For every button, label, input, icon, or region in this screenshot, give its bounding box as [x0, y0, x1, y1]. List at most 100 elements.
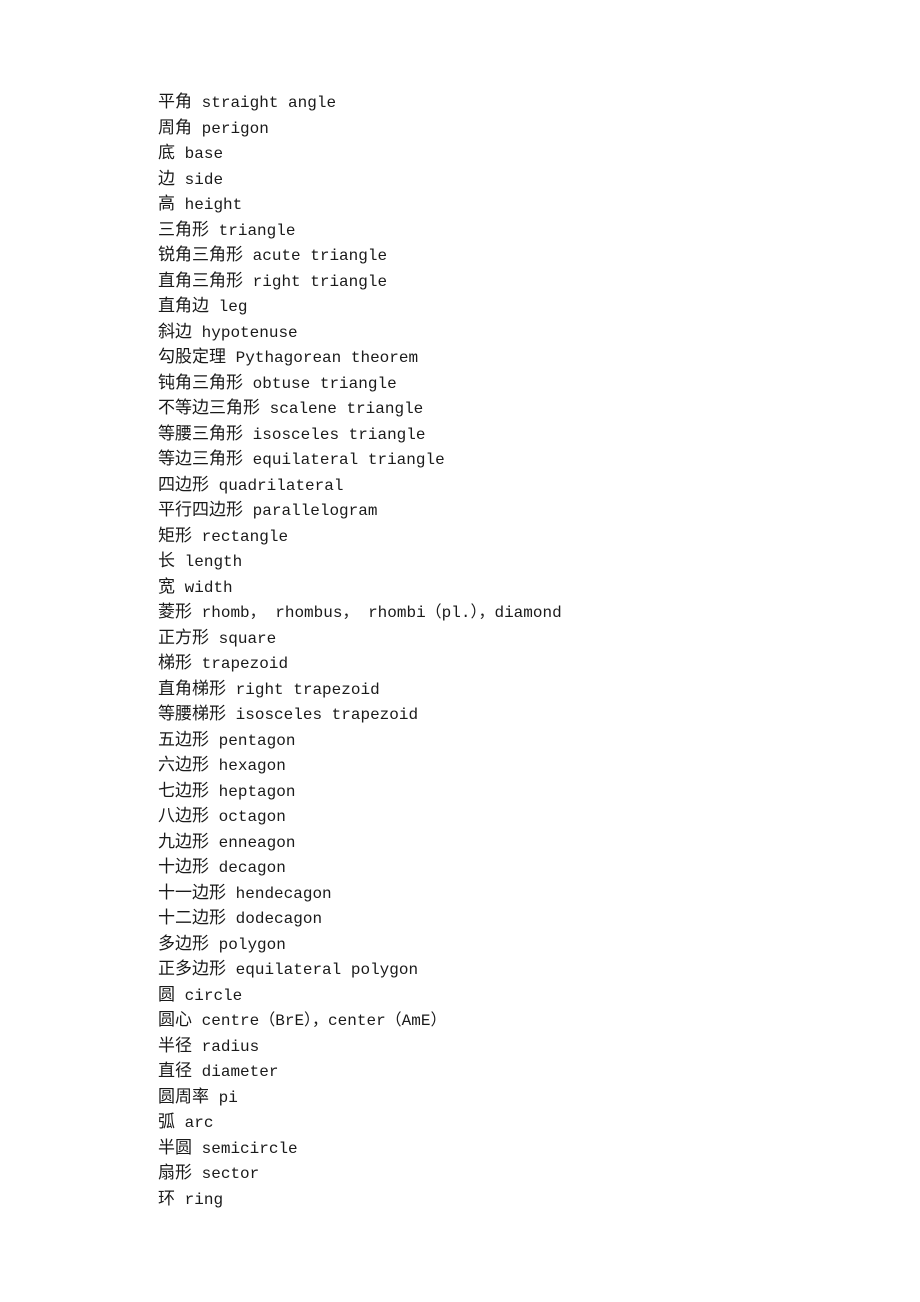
glossary-entry: 直角梯形 right trapezoid — [158, 676, 858, 702]
glossary-entry: 不等边三角形 scalene triangle — [158, 395, 858, 421]
english-term: perigon — [201, 119, 269, 138]
glossary-entry: 五边形 pentagon — [158, 727, 858, 753]
glossary-entry: 等腰梯形 isosceles trapezoid — [158, 701, 858, 727]
english-term: polygon — [218, 935, 286, 954]
glossary-entry: 宽 width — [158, 574, 858, 600]
glossary-entry: 半圆 semicircle — [158, 1135, 858, 1161]
chinese-term: 宽 — [158, 576, 175, 597]
glossary-entry: 平行四边形 parallelogram — [158, 497, 858, 523]
chinese-term: 直径 — [158, 1061, 192, 1081]
english-term: square — [218, 629, 277, 648]
english-term: scalene triangle — [269, 400, 424, 418]
chinese-term: 十边形 — [158, 857, 209, 877]
chinese-term: 九边形 — [158, 831, 209, 852]
glossary-entry: 多边形 polygon — [158, 931, 858, 957]
chinese-term: 底 — [158, 143, 175, 163]
glossary-entry: 弧 arc — [158, 1109, 858, 1135]
english-term: enneagon — [218, 833, 296, 852]
chinese-term: 半径 — [158, 1035, 192, 1056]
glossary-entry: 环 ring — [158, 1186, 858, 1212]
english-term: right triangle — [252, 272, 388, 291]
english-term: acute triangle — [252, 247, 388, 265]
glossary-entry: 长 length — [158, 548, 858, 574]
chinese-term: 锐角三角形 — [158, 245, 243, 265]
glossary-entry: 高 height — [158, 191, 858, 217]
glossary-entry: 矩形 rectangle — [158, 523, 858, 549]
chinese-term: 三角形 — [158, 219, 209, 240]
chinese-term: 钝角三角形 — [158, 372, 243, 393]
english-term: equilateral triangle — [252, 451, 445, 469]
chinese-term: 四边形 — [158, 474, 209, 495]
english-term: radius — [201, 1037, 260, 1056]
chinese-term: 菱形 — [158, 602, 192, 622]
chinese-term: 平行四边形 — [158, 500, 243, 520]
english-term: arc — [184, 1114, 214, 1132]
glossary-entry: 直角三角形 right triangle — [158, 268, 858, 294]
glossary-entry: 十边形 decagon — [158, 854, 858, 880]
chinese-term: 半圆 — [158, 1137, 192, 1158]
glossary-entry: 正多边形 equilateral polygon — [158, 956, 858, 982]
english-term: decagon — [218, 859, 286, 877]
english-term: rhomb， rhombus， rhombi（pl.），diamond — [201, 604, 562, 622]
english-term: trapezoid — [201, 655, 289, 673]
glossary-entry: 等边三角形 equilateral triangle — [158, 446, 858, 472]
glossary-entry: 钝角三角形 obtuse triangle — [158, 370, 858, 396]
english-term: side — [184, 170, 224, 189]
english-term: ring — [184, 1190, 224, 1209]
english-term: equilateral polygon — [235, 961, 419, 979]
glossary-entry: 六边形 hexagon — [158, 752, 858, 778]
english-term: hexagon — [218, 757, 286, 775]
glossary-entry: 圆心 centre（BrE），center（AmE） — [158, 1007, 858, 1033]
glossary-entry: 八边形 octagon — [158, 803, 858, 829]
chinese-term: 等腰梯形 — [158, 704, 226, 724]
english-term: right trapezoid — [235, 680, 380, 699]
english-term: dodecagon — [235, 910, 323, 928]
english-term: length — [184, 553, 243, 571]
english-term: circle — [184, 986, 243, 1005]
english-term: hendecagon — [235, 884, 332, 903]
glossary-entry: 梯形 trapezoid — [158, 650, 858, 676]
english-term: Pythagorean theorem — [235, 349, 419, 367]
glossary-entry: 正方形 square — [158, 625, 858, 651]
chinese-term: 正多边形 — [158, 959, 226, 979]
glossary-entry: 勾股定理 Pythagorean theorem — [158, 344, 858, 370]
glossary-entry: 平角 straight angle — [158, 89, 858, 115]
glossary-entry: 四边形 quadrilateral — [158, 472, 858, 498]
chinese-term: 直角梯形 — [158, 678, 226, 699]
chinese-term: 圆周率 — [158, 1086, 209, 1107]
chinese-term: 平角 — [158, 92, 192, 112]
chinese-term: 圆心 — [158, 1010, 192, 1030]
english-term: octagon — [218, 808, 286, 826]
glossary-list: 平角 straight angle 周角 perigon 底 base 边 side 高… — [158, 89, 858, 1211]
chinese-term: 十二边形 — [158, 908, 226, 928]
glossary-entry: 半径 radius — [158, 1033, 858, 1059]
english-term: base — [184, 145, 224, 163]
chinese-term: 矩形 — [158, 525, 192, 546]
glossary-entry: 直角边 leg — [158, 293, 858, 319]
chinese-term: 七边形 — [158, 780, 209, 801]
english-term: heptagon — [218, 782, 296, 801]
chinese-term: 高 — [158, 194, 175, 214]
chinese-term: 边 — [158, 168, 175, 189]
english-term: semicircle — [201, 1139, 298, 1158]
chinese-term: 六边形 — [158, 755, 209, 775]
english-term: centre（BrE），center（AmE） — [201, 1012, 447, 1030]
chinese-term: 环 — [158, 1188, 175, 1209]
glossary-page: 平角 straight angle 周角 perigon 底 base 边 side 高… — [158, 89, 858, 1211]
glossary-entry: 直径 diameter — [158, 1058, 858, 1084]
glossary-entry: 等腰三角形 isosceles triangle — [158, 421, 858, 447]
chinese-term: 梯形 — [158, 653, 192, 673]
chinese-term: 多边形 — [158, 933, 209, 954]
english-term: pentagon — [218, 731, 296, 750]
english-term: triangle — [218, 221, 296, 240]
english-term: obtuse triangle — [252, 374, 397, 393]
glossary-entry: 七边形 heptagon — [158, 778, 858, 804]
glossary-entry: 扇形 sector — [158, 1160, 858, 1186]
chinese-term: 勾股定理 — [158, 347, 226, 367]
english-term: height — [184, 196, 243, 214]
english-term: parallelogram — [252, 502, 378, 520]
glossary-entry: 三角形 triangle — [158, 217, 858, 243]
english-term: straight angle — [201, 94, 337, 112]
chinese-term: 斜边 — [158, 321, 192, 342]
glossary-entry: 圆 circle — [158, 982, 858, 1008]
